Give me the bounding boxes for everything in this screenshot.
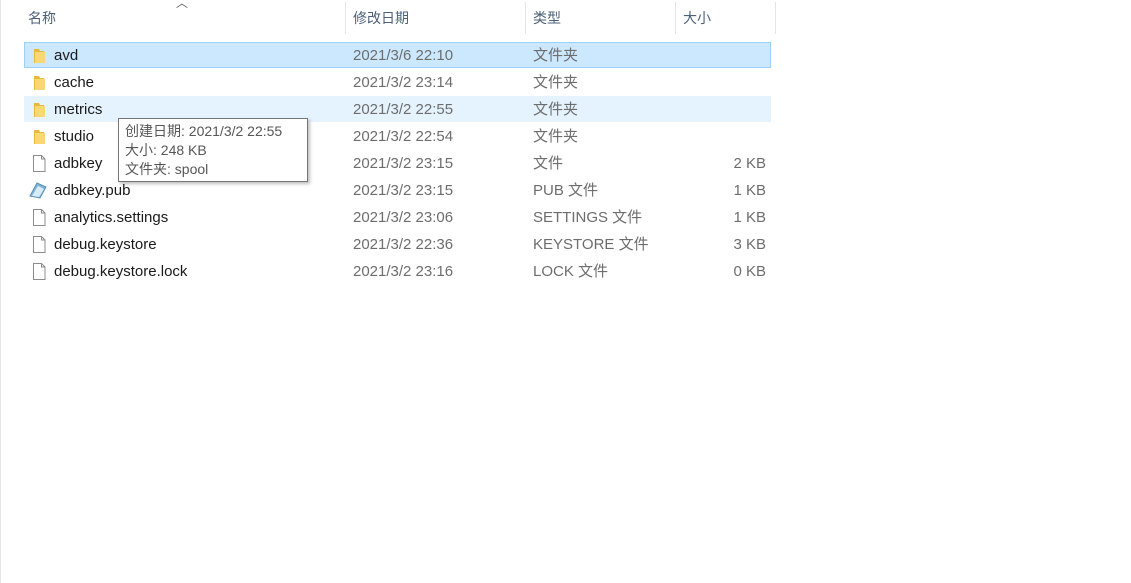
file-name: debug.keystore.lock [54, 263, 188, 280]
folder-icon [32, 47, 46, 64]
tooltip: 创建日期: 2021/3/2 22:55 大小: 248 KB 文件夹: spo… [118, 118, 308, 182]
file-type: SETTINGS 文件 [533, 209, 643, 226]
file-size [675, 124, 766, 148]
column-date[interactable]: 修改日期 [345, 0, 525, 36]
tooltip-folder: 文件夹: spool [125, 161, 209, 177]
file-name: avd [54, 47, 79, 64]
file-row[interactable]: debug.keystore 2021/3/2 22:36 KEYSTORE 文… [24, 231, 771, 257]
window-edge [0, 0, 1, 583]
file-size: 0 KB [733, 263, 766, 280]
file-date: 2021/3/2 23:15 [353, 182, 454, 199]
file-type: LOCK 文件 [533, 263, 609, 280]
column-divider[interactable] [775, 2, 776, 34]
tooltip-created: 创建日期: 2021/3/2 22:55 [125, 123, 283, 139]
file-row[interactable]: debug.keystore.lock 2021/3/2 23:16 LOCK … [24, 258, 771, 284]
file-date: 2021/3/2 23:15 [353, 155, 454, 172]
file-row[interactable]: cache 2021/3/2 23:14 文件夹 [24, 69, 771, 95]
file-name: metrics [54, 101, 103, 118]
file-date: 2021/3/2 23:06 [353, 209, 454, 226]
file-type: 文件夹 [533, 128, 579, 145]
file-size [675, 43, 766, 67]
file-icon [32, 209, 46, 226]
file-name: debug.keystore [54, 236, 157, 253]
file-size: 1 KB [733, 182, 766, 199]
file-size [675, 70, 766, 94]
file-icon [32, 155, 46, 172]
file-size [675, 97, 766, 121]
file-name: cache [54, 74, 95, 91]
file-type: KEYSTORE 文件 [533, 236, 649, 253]
file-type: 文件夹 [533, 74, 579, 91]
column-size[interactable]: 大小 [675, 0, 775, 36]
file-size: 1 KB [733, 209, 766, 226]
file-date: 2021/3/2 23:14 [353, 74, 454, 91]
file-type: 文件夹 [533, 101, 579, 118]
file-type: PUB 文件 [533, 182, 599, 199]
file-row[interactable]: analytics.settings 2021/3/2 23:06 SETTIN… [24, 204, 771, 230]
file-icon [32, 236, 46, 253]
column-type[interactable]: 类型 [525, 0, 675, 36]
pub-file-icon [29, 182, 47, 199]
file-date: 2021/3/6 22:10 [353, 47, 454, 64]
file-date: 2021/3/2 22:55 [353, 101, 454, 118]
file-name: studio [54, 128, 95, 145]
column-header: ︿ 名称 修改日期 类型 大小 [0, 0, 776, 36]
folder-icon [32, 101, 46, 118]
file-name: analytics.settings [54, 209, 169, 226]
file-type: 文件 [533, 155, 564, 172]
tooltip-size: 大小: 248 KB [125, 142, 207, 158]
file-type: 文件夹 [533, 47, 579, 64]
file-date: 2021/3/2 22:36 [353, 236, 454, 253]
file-name: adbkey [54, 155, 103, 172]
column-name[interactable]: 名称 [20, 0, 345, 36]
folder-icon [32, 74, 46, 91]
file-date: 2021/3/2 22:54 [353, 128, 454, 145]
file-date: 2021/3/2 23:16 [353, 263, 454, 280]
file-size: 3 KB [733, 236, 766, 253]
folder-icon [32, 128, 46, 145]
file-size: 2 KB [733, 155, 766, 172]
file-icon [32, 263, 46, 280]
file-row[interactable]: avd 2021/3/6 22:10 文件夹 [24, 42, 771, 68]
